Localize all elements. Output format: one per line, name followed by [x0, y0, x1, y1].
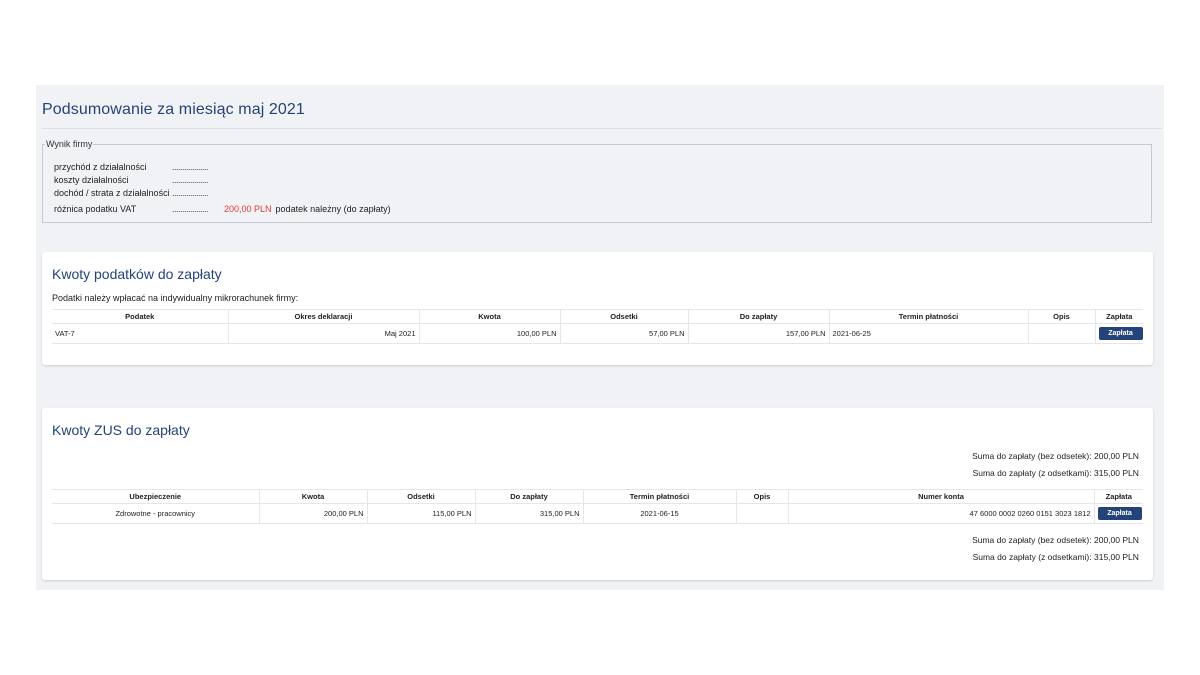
- column-header: Numer konta: [787, 489, 1095, 504]
- column-header: Opis: [735, 489, 789, 504]
- insurance-amount-cell: 200,00 PLN: [258, 503, 368, 524]
- column-header: Zapłata: [1094, 309, 1143, 324]
- sum-value: 315,00 PLN: [1094, 468, 1139, 478]
- column-header: Do zapłaty: [474, 489, 584, 504]
- sum-label: Suma do zapłaty (z odsetkami):: [972, 552, 1092, 562]
- taxes-card: Kwoty podatków do zapłaty Podatki należy…: [42, 252, 1153, 365]
- column-header: Kwota: [418, 309, 561, 324]
- firm-result-box: Wynik firmy przychód z działalności.....…: [42, 139, 1152, 223]
- zus-title: Kwoty ZUS do zapłaty: [52, 422, 190, 438]
- sum-value: 200,00 PLN: [1094, 535, 1139, 545]
- column-header: Termin płatności: [582, 489, 737, 504]
- title-divider: [42, 128, 1162, 129]
- insurance-interest-cell: 115,00 PLN: [366, 503, 476, 524]
- column-header: Okres deklaracji: [227, 309, 420, 324]
- column-header: Podatek: [52, 309, 229, 324]
- sum-label: Suma do zapłaty (bez odsetek):: [972, 451, 1092, 461]
- zus-table: Ubezpieczenie Kwota Odsetki Do zapłaty T…: [52, 489, 1143, 524]
- firm-result-row-costs: koszty działalności..................: [54, 174, 220, 186]
- firm-result-row-revenue: przychód z działalności.................…: [54, 161, 220, 173]
- account-number-cell: 47 6000 0002 0260 0151 3023 1812: [787, 503, 1095, 524]
- firm-result-dots: ..................: [172, 175, 209, 185]
- column-header: Zapłata: [1093, 489, 1143, 504]
- insurance-pay-cell: Zapłata: [1093, 503, 1143, 524]
- sum-label: Suma do zapłaty (z odsetkami):: [972, 468, 1092, 478]
- firm-result-legend: Wynik firmy: [46, 139, 93, 149]
- taxes-note: Podatki należy wpłacać na indywidualny m…: [52, 293, 299, 303]
- zus-sum-top-with-interest: Suma do zapłaty (z odsetkami): 315,00 PL…: [972, 468, 1139, 478]
- firm-result-label: różnica podatku VAT: [54, 204, 137, 214]
- tax-description-cell: [1027, 323, 1096, 344]
- firm-result-row-vat: różnica podatku VAT.................. 200…: [54, 203, 391, 215]
- firm-result-dots: ..................: [172, 204, 209, 214]
- sum-value: 315,00 PLN: [1094, 552, 1139, 562]
- pay-button[interactable]: Zapłata: [1098, 327, 1143, 340]
- column-header: Termin płatności: [828, 309, 1029, 324]
- column-header: Opis: [1027, 309, 1096, 324]
- firm-result-label: dochód / strata z działalności: [54, 188, 170, 198]
- firm-result-dots: ..................: [172, 162, 209, 172]
- column-header: Kwota: [258, 489, 368, 504]
- insurance-name-cell: Zdrowotne - pracownicy: [52, 503, 260, 524]
- zus-sum-bottom-with-interest: Suma do zapłaty (z odsetkami): 315,00 PL…: [972, 552, 1139, 562]
- firm-result-label: koszty działalności: [54, 175, 129, 185]
- insurance-total-cell: 315,00 PLN: [474, 503, 584, 524]
- zus-sum-top-no-interest: Suma do zapłaty (bez odsetek): 200,00 PL…: [972, 451, 1139, 461]
- pay-button[interactable]: Zapłata: [1097, 507, 1142, 520]
- page-title: Podsumowanie za miesiąc maj 2021: [42, 101, 305, 118]
- vat-difference-note: podatek należny (do zapłaty): [275, 204, 391, 214]
- column-header: Odsetki: [559, 309, 689, 324]
- insurance-description-cell: [735, 503, 789, 524]
- tax-interest-cell: 57,00 PLN: [559, 323, 689, 344]
- column-header: Do zapłaty: [687, 309, 830, 324]
- tax-period-cell: Maj 2021: [227, 323, 420, 344]
- column-header: Odsetki: [366, 489, 476, 504]
- zus-header-row: Ubezpieczenie Kwota Odsetki Do zapłaty T…: [52, 489, 1143, 504]
- tax-amount-cell: 100,00 PLN: [418, 323, 561, 344]
- insurance-due-date-cell: 2021-06-15: [582, 503, 737, 524]
- firm-result-dots: ..................: [172, 188, 209, 198]
- tax-total-cell: 157,00 PLN: [687, 323, 830, 344]
- sum-label: Suma do zapłaty (bez odsetek):: [972, 535, 1092, 545]
- firm-result-label: przychód z działalności: [54, 162, 147, 172]
- zus-card: Kwoty ZUS do zapłaty Suma do zapłaty (be…: [42, 408, 1153, 580]
- tax-pay-cell: Zapłata: [1094, 323, 1143, 344]
- taxes-header-row: Podatek Okres deklaracji Kwota Odsetki D…: [52, 309, 1143, 324]
- table-row: VAT-7 Maj 2021 100,00 PLN 57,00 PLN 157,…: [52, 323, 1143, 344]
- taxes-title: Kwoty podatków do zapłaty: [52, 266, 222, 282]
- sum-value: 200,00 PLN: [1094, 451, 1139, 461]
- table-row: Zdrowotne - pracownicy 200,00 PLN 115,00…: [52, 503, 1143, 524]
- vat-difference-value: 200,00 PLN: [224, 204, 272, 214]
- firm-result-row-income: dochód / strata z działalności..........…: [54, 187, 220, 199]
- summary-panel: Podsumowanie za miesiąc maj 2021 Wynik f…: [36, 85, 1164, 590]
- taxes-table: Podatek Okres deklaracji Kwota Odsetki D…: [52, 309, 1143, 344]
- tax-name-cell: VAT-7: [52, 323, 229, 344]
- zus-sum-bottom-no-interest: Suma do zapłaty (bez odsetek): 200,00 PL…: [972, 535, 1139, 545]
- column-header: Ubezpieczenie: [52, 489, 260, 504]
- tax-due-date-cell: 2021-06-25: [828, 323, 1029, 344]
